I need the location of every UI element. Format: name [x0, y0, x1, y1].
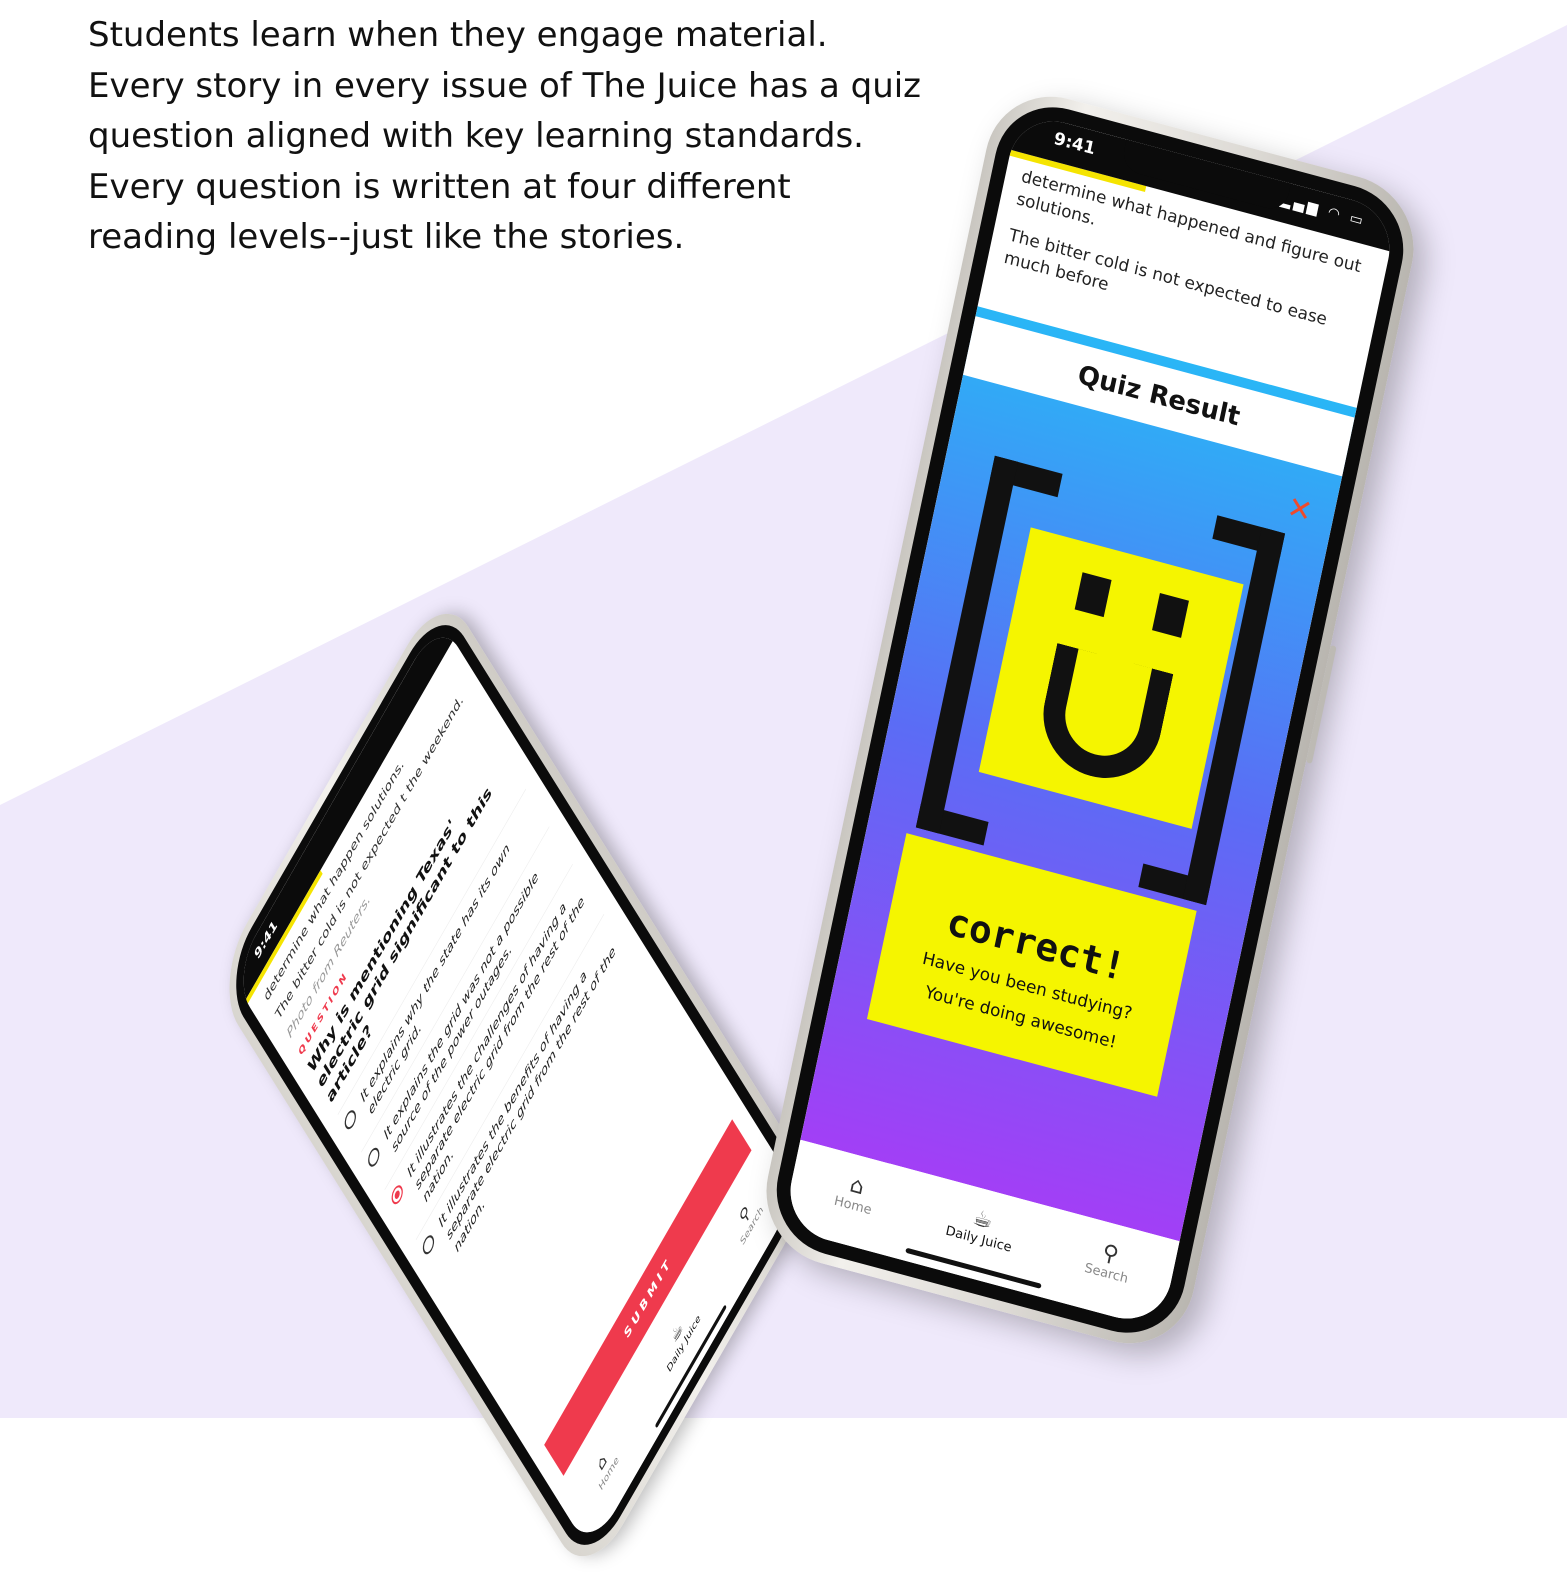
intro-line: Every story in every issue of The Juice … — [88, 65, 922, 106]
nav-item-home[interactable]: ⌂ Home — [798, 1160, 913, 1228]
intro-line: Students learn when they engage material… — [88, 15, 828, 55]
radio-button[interactable] — [342, 1106, 359, 1133]
intro-line: question aligned with key learning stand… — [88, 116, 864, 156]
nav-item-search[interactable]: ⚲ Search — [1051, 1228, 1166, 1296]
intro-line: Every question is written at four differ… — [88, 166, 791, 207]
intro-line: reading levels--just like the stories. — [88, 217, 685, 257]
radio-button[interactable] — [365, 1144, 382, 1171]
radio-button-selected[interactable] — [389, 1181, 406, 1208]
radio-button[interactable] — [420, 1231, 437, 1258]
status-time: 9:41 — [1052, 128, 1098, 160]
nav-item-daily-juice[interactable]: ☕ Daily Juice — [924, 1194, 1039, 1262]
intro-paragraph: Students learn when they engage material… — [88, 10, 922, 263]
